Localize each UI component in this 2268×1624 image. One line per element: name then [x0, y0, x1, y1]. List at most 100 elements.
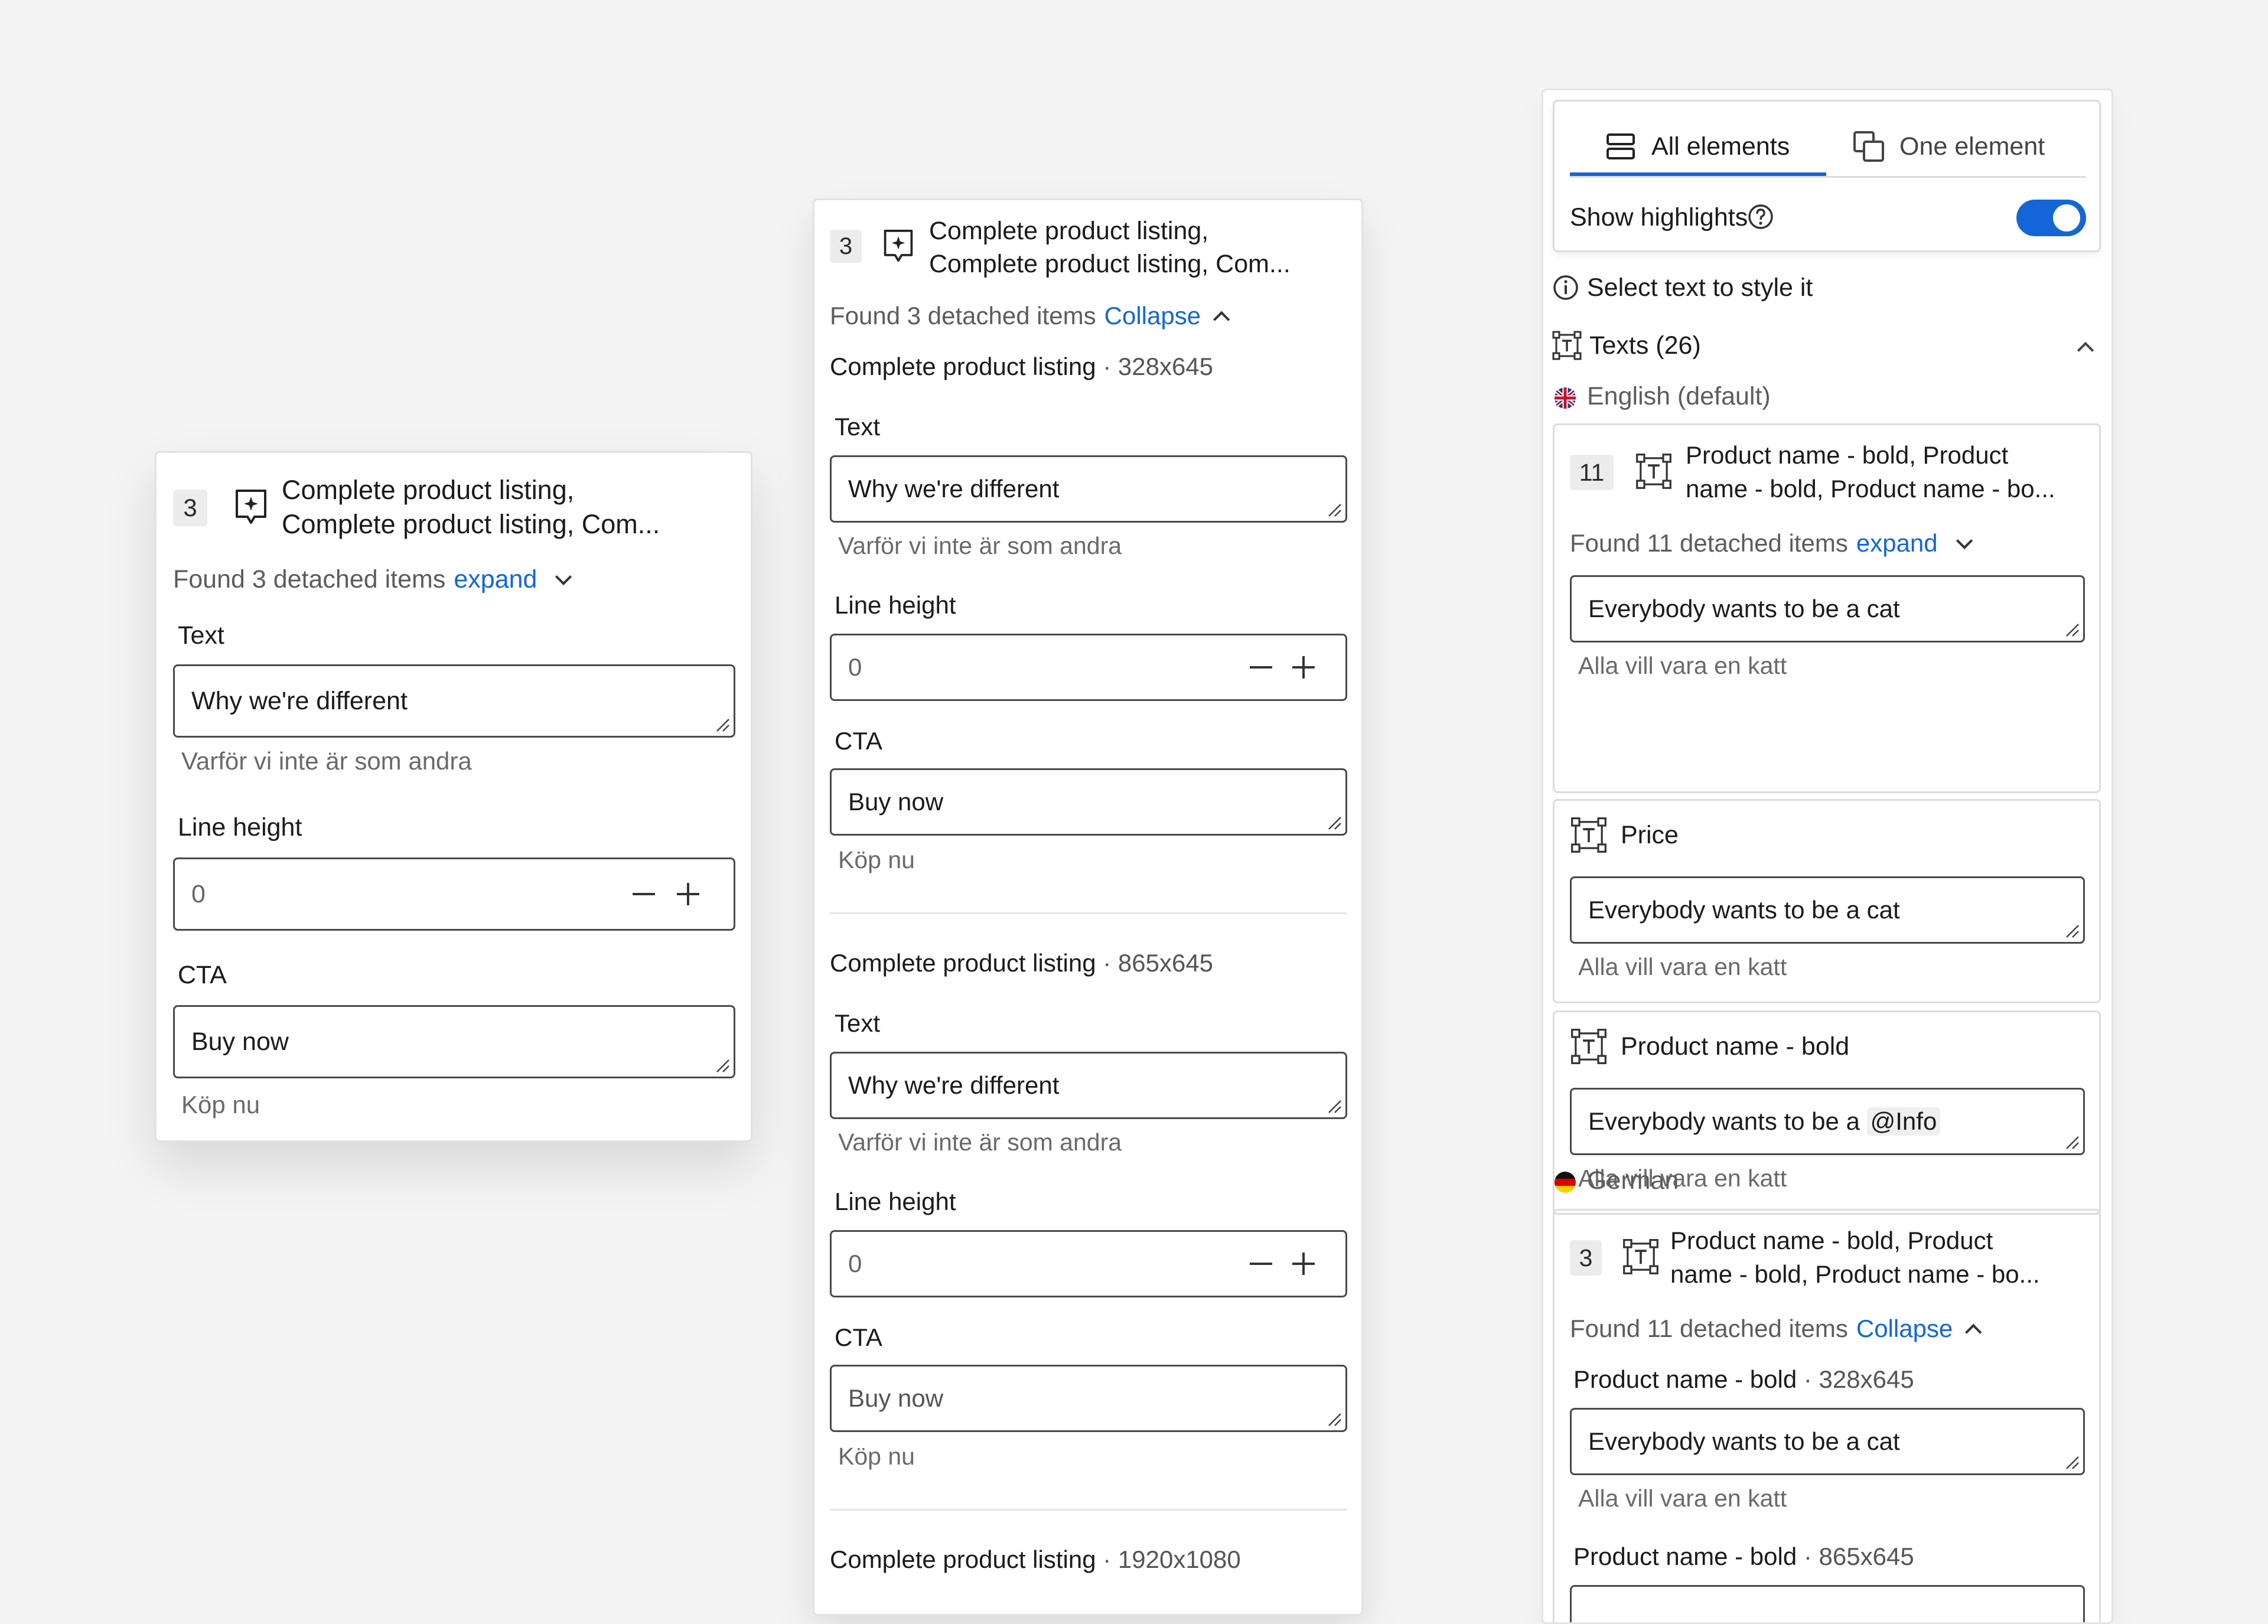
text-field[interactable]: Why we're different: [830, 1052, 1347, 1119]
copy-icon: [1853, 131, 1884, 162]
text-label: Text: [835, 413, 881, 441]
line-height-stepper[interactable]: 0: [173, 857, 735, 931]
card-title: Complete product listing, Complete produ…: [282, 475, 660, 539]
panel-middle: 3 Complete product listing, Complete pro…: [813, 198, 1363, 1616]
resize-handle-icon[interactable]: [1327, 502, 1342, 517]
decrement-button[interactable]: [1250, 1263, 1272, 1265]
tab-box: All elements One element Show highlights: [1553, 100, 2101, 252]
resize-handle-icon[interactable]: [2064, 1455, 2080, 1470]
count-badge: 3: [1570, 1240, 1602, 1276]
line-height-stepper[interactable]: 0: [830, 634, 1347, 701]
chevron-up-icon[interactable]: [2077, 341, 2094, 359]
text-frame-icon: [1571, 1029, 1606, 1064]
section-divider: [830, 912, 1347, 914]
line-height-stepper[interactable]: 0: [830, 1230, 1347, 1297]
text-frame-icon: [1571, 817, 1606, 853]
card-title: Price: [1621, 821, 1679, 849]
text-field[interactable]: Everybody wants to be a cat: [1570, 575, 2085, 643]
german-label: German: [1587, 1166, 1679, 1195]
text-group-card: 11 Product name - bold, Product name - b…: [1553, 423, 2101, 793]
expand-link[interactable]: expand: [1856, 529, 1938, 557]
card-title: Complete product listing, Complete produ…: [929, 217, 1291, 278]
text-field[interactable]: Everybody wants to be a cat: [1570, 876, 2085, 944]
found-detached: Found 11 detached items Collapse: [1570, 1315, 1982, 1343]
collapse-link[interactable]: Collapse: [1104, 302, 1201, 330]
line-height-label: Line height: [178, 813, 302, 842]
mention-tag[interactable]: @Info: [1866, 1107, 1941, 1136]
panel-left: 3 Complete product listing, Complete pro…: [155, 451, 752, 1142]
text-card: Price Everybody wants to be a cat Alla v…: [1553, 799, 2101, 1003]
text-translation: Varför vi inte är som andra: [838, 532, 1122, 559]
section-title: Complete product listing · 1920x1080: [830, 1545, 1241, 1573]
show-highlights-toggle[interactable]: [2016, 200, 2086, 236]
found-detached: Found 3 detached items expand: [173, 565, 572, 594]
translation: Alla vill vara en katt: [1578, 652, 1787, 679]
count-badge: 11: [1570, 455, 1614, 490]
resize-handle-icon[interactable]: [2064, 622, 2080, 637]
text-group-card: 3 Product name - bold, Product name - bo…: [1553, 1209, 2101, 1622]
line-height-label: Line height: [835, 1188, 956, 1215]
resize-handle-icon[interactable]: [1327, 815, 1342, 830]
chevron-down-icon[interactable]: [555, 568, 572, 585]
toggle-knob: [2053, 204, 2080, 231]
text-field[interactable]: Why we're different: [173, 664, 735, 738]
help-icon[interactable]: [1747, 203, 1774, 230]
resize-handle-icon[interactable]: [1327, 1411, 1342, 1427]
de-flag-icon: [1555, 1172, 1576, 1193]
decrement-button[interactable]: [633, 893, 655, 895]
translation: Alla vill vara en katt: [1578, 953, 1787, 980]
text-field[interactable]: Everybody wants to be a @Info: [1570, 1088, 2085, 1155]
uk-flag-icon: [1555, 387, 1576, 409]
tab-all-elements[interactable]: All elements: [1570, 125, 1826, 176]
found-detached: Found 3 detached items Collapse: [830, 302, 1230, 330]
chevron-down-icon[interactable]: [1956, 532, 1973, 549]
item-title: Product name - bold · 865x645: [1573, 1543, 1914, 1570]
card-title: Product name - bold, Product name - bold…: [1686, 441, 2055, 503]
text-field[interactable]: Everybody wants to be a cat: [1570, 1408, 2085, 1475]
text-frame-icon: [1552, 331, 1582, 360]
magic-comment-icon: [236, 490, 266, 524]
stack-icon: [1606, 133, 1635, 159]
texts-header[interactable]: Texts (26): [1589, 331, 1701, 360]
cta-field[interactable]: Buy now: [173, 1005, 735, 1078]
chevron-up-icon[interactable]: [1965, 1323, 1982, 1341]
plus-icon: [1302, 656, 1305, 679]
resize-handle-icon[interactable]: [715, 717, 730, 732]
english-label: English (default): [1587, 382, 1771, 410]
text-field[interactable]: [1570, 1585, 2085, 1622]
card-title: Product name - bold: [1621, 1032, 1850, 1061]
translation: Alla vill vara en katt: [1578, 1485, 1787, 1512]
card-title: Product name - bold, Product name - bold…: [1670, 1227, 2040, 1288]
show-highlights-label: Show highlights: [1570, 203, 1748, 231]
section-title: Complete product listing · 328x645: [830, 353, 1214, 380]
chevron-up-icon[interactable]: [1213, 311, 1230, 328]
cta-label: CTA: [835, 727, 882, 755]
cta-field[interactable]: Buy now: [830, 768, 1347, 836]
section-divider: [830, 1509, 1347, 1511]
text-translation: Varför vi inte är som andra: [181, 747, 472, 775]
text-translation: Varför vi inte är som andra: [838, 1129, 1122, 1156]
resize-handle-icon[interactable]: [715, 1058, 730, 1073]
resize-handle-icon[interactable]: [2064, 923, 2080, 938]
decrement-button[interactable]: [1250, 666, 1272, 668]
expand-link[interactable]: expand: [454, 565, 537, 593]
info-icon: [1553, 275, 1578, 300]
text-label: Text: [178, 621, 224, 650]
tab-one-element[interactable]: One element: [1826, 125, 2086, 172]
cta-translation: Köp nu: [181, 1091, 260, 1118]
cta-field[interactable]: Buy now: [830, 1365, 1347, 1432]
resize-handle-icon[interactable]: [2064, 1134, 2080, 1150]
resize-handle-icon[interactable]: [1327, 1098, 1342, 1114]
text-field[interactable]: Why we're different: [830, 455, 1347, 523]
collapse-link[interactable]: Collapse: [1856, 1315, 1953, 1342]
text-label: Text: [835, 1009, 881, 1037]
cta-translation: Köp nu: [838, 1443, 915, 1470]
section-title: Complete product listing · 865x645: [830, 949, 1214, 977]
tab-underline: [1570, 176, 2086, 178]
panel-right: All elements One element Show highlights…: [1542, 89, 2113, 1624]
plus-icon: [1302, 1253, 1305, 1275]
plus-icon: [687, 883, 689, 905]
text-frame-icon: [1623, 1239, 1658, 1274]
cta-label: CTA: [178, 961, 227, 989]
text-frame-icon: [1636, 454, 1671, 489]
